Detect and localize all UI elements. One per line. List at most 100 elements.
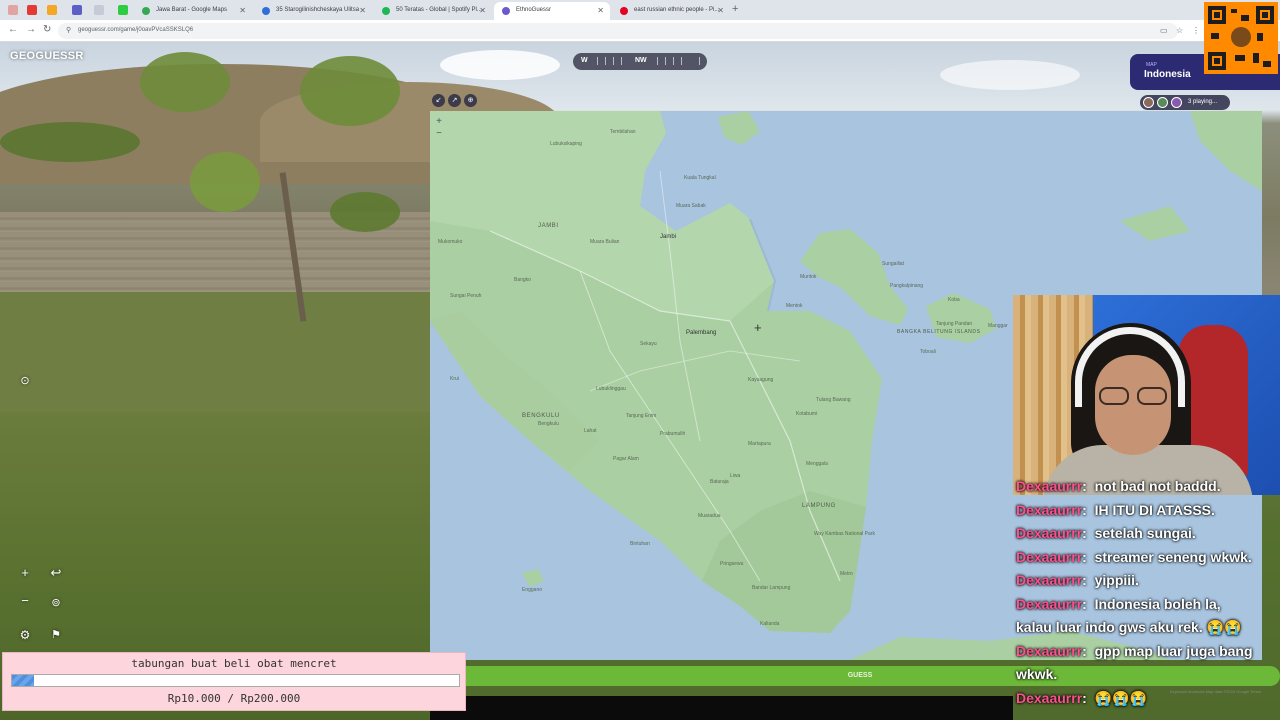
chat-overlay: Dexaaurrr: not bad not baddd. Dexaaurrr:… <box>1013 478 1280 720</box>
chat-username: Dexaaurrr <box>1016 642 1083 659</box>
chat-username: Dexaaurrr <box>1016 689 1083 706</box>
back-arrow-icon[interactable]: ← <box>8 24 18 35</box>
site-info-icon[interactable]: ⚲ <box>66 26 71 34</box>
pinned-tab-icon[interactable] <box>118 5 128 15</box>
city-label: Martapura <box>748 441 771 447</box>
undo-icon[interactable]: ↩ <box>47 564 65 582</box>
qr-module <box>1241 15 1249 21</box>
city-label: Koba <box>948 297 960 303</box>
map-zoom-in-button[interactable]: + <box>432 116 446 128</box>
chat-text: streamer seneng wkwk. <box>1094 548 1252 565</box>
city-label: Bandar Lampung <box>752 585 791 591</box>
city-label: Muara Bulian <box>590 239 620 245</box>
chat-text: gpp map luar juga bang <box>1094 642 1253 659</box>
pinned-tab-icon[interactable] <box>47 5 57 15</box>
avatar <box>1157 97 1168 108</box>
qr-module <box>1235 55 1245 61</box>
goal-progress-fill <box>12 675 35 686</box>
chat-username: Dexaaurrr <box>1016 595 1083 612</box>
chat-message: Dexaaurrr: 😭😭😭 <box>1016 689 1147 706</box>
chat-text: wkwk. <box>1016 666 1058 682</box>
pinned-youtube-icon[interactable] <box>27 5 37 15</box>
chat-message: Dexaaurrr: streamer seneng wkwk. <box>1016 548 1252 565</box>
region-label: LAMPUNG <box>802 503 836 509</box>
city-label: Metro <box>840 571 853 577</box>
chat-text: not bad not baddd. <box>1094 478 1221 494</box>
pinned-tab-icon[interactable] <box>8 5 18 15</box>
compass-tick <box>605 57 606 65</box>
chat-text: IH ITU DI ATASSS. <box>1094 501 1215 518</box>
close-icon[interactable]: ✕ <box>359 6 366 15</box>
compass-tick <box>699 57 700 65</box>
chat-username: Dexaaurrr <box>1016 525 1083 541</box>
chat-text: Indonesia boleh la, <box>1094 595 1221 612</box>
close-icon[interactable]: ✕ <box>717 6 724 15</box>
compass-tick <box>597 57 598 65</box>
star-icon[interactable]: ☆ <box>1176 26 1183 35</box>
park-label: Way Kambas National Park <box>814 531 875 537</box>
location-pin-icon[interactable]: ⊙ <box>16 372 34 390</box>
chat-username: Dexaaurrr <box>1016 572 1083 588</box>
flag-icon[interactable]: ⚑ <box>47 626 65 644</box>
forward-arrow-icon[interactable]: → <box>26 24 36 35</box>
browser-tab[interactable]: 35 Starogilinishcheskaya Ulitsa ✕ <box>254 2 372 20</box>
city-label: Tulang Bawang <box>816 397 851 403</box>
reload-icon[interactable]: ↻ <box>43 24 51 35</box>
qr-module <box>1263 61 1271 67</box>
install-icon[interactable]: ▭ <box>1160 26 1168 35</box>
city-label: Jambi <box>660 234 677 240</box>
url-text: geoguessr.com/game/j0oavPVcaSSKSLQ6 <box>78 27 194 33</box>
menu-icon[interactable]: ⋮ <box>1192 26 1200 35</box>
url-input[interactable]: ⚲ geoguessr.com/game/j0oavPVcaSSKSLQ6 <box>58 23 1178 39</box>
expand-map-icon[interactable]: ↗ <box>448 94 461 107</box>
pin-map-icon[interactable]: ⊕ <box>464 94 477 107</box>
region-label: BANGKA BELITUNG ISLANDS <box>897 329 981 335</box>
city-label: Pangkalpinang <box>890 283 924 289</box>
screen: { "browser": { "tabs": [ {"title": "Jawa… <box>0 0 1280 720</box>
browser-tab[interactable]: 50 Teratas - Global | Spotify Pl... ✕ <box>374 2 492 20</box>
enggano-island <box>522 569 544 587</box>
pinned-tab-icon[interactable] <box>94 5 104 15</box>
compass-tick <box>665 57 666 65</box>
zoom-in-icon[interactable]: + <box>16 564 34 582</box>
plus-icon[interactable]: + <box>732 3 738 15</box>
compass: W NW <box>573 53 707 70</box>
avatar <box>1171 97 1182 108</box>
city-label: Kuala Tungkal <box>684 175 716 181</box>
shrubs <box>330 192 400 232</box>
cloud <box>940 60 1080 90</box>
geoguessr-logo[interactable]: GEOGUESSR <box>10 50 84 62</box>
city-label: Toboali <box>920 349 936 355</box>
avatar <box>1143 97 1154 108</box>
checkpoint-icon[interactable]: ⊚ <box>47 594 65 612</box>
tree-foliage <box>300 56 400 126</box>
city-label: Muara Sabak <box>676 203 706 209</box>
region-label: JAMBI <box>538 223 559 229</box>
shrink-map-icon[interactable]: ↙ <box>432 94 445 107</box>
players-indicator[interactable]: 3 playing... <box>1140 95 1230 110</box>
close-icon[interactable]: ✕ <box>479 6 486 15</box>
tab-title: east russian ethnic people - Pi... <box>634 7 720 13</box>
map-name: Indonesia <box>1144 69 1191 80</box>
chat-message: Dexaaurrr: not bad not baddd. <box>1016 478 1221 494</box>
goal-title: tabungan buat beli obat mencret <box>131 657 337 670</box>
close-icon[interactable]: ✕ <box>239 6 246 15</box>
tree-foliage <box>140 52 230 112</box>
close-icon[interactable]: ✕ <box>597 6 604 15</box>
city-label: Sekayu <box>640 341 657 347</box>
qr-module <box>1253 53 1259 63</box>
kalimantan-landmass <box>1190 111 1262 191</box>
city-label: Bengkulu <box>538 421 559 427</box>
pinned-tab-icon[interactable] <box>72 5 82 15</box>
settings-gear-icon[interactable]: ⚙ <box>16 626 34 644</box>
browser-tab[interactable]: Jawa Barat - Google Maps ✕ <box>134 2 252 20</box>
chat-text: setelah sungai. <box>1094 525 1196 541</box>
chat-username: Dexaaurrr <box>1016 501 1083 518</box>
map-zoom-out-button[interactable]: − <box>432 128 446 140</box>
city-label: Kotabumi <box>796 411 818 417</box>
browser-tab-active[interactable]: EthnoGuessr ✕ <box>494 2 610 20</box>
compass-west-label: W <box>581 57 588 64</box>
goal-progress-bar <box>11 674 460 687</box>
zoom-out-icon[interactable]: − <box>16 592 34 610</box>
browser-tab[interactable]: east russian ethnic people - Pi... ✕ <box>612 2 730 20</box>
